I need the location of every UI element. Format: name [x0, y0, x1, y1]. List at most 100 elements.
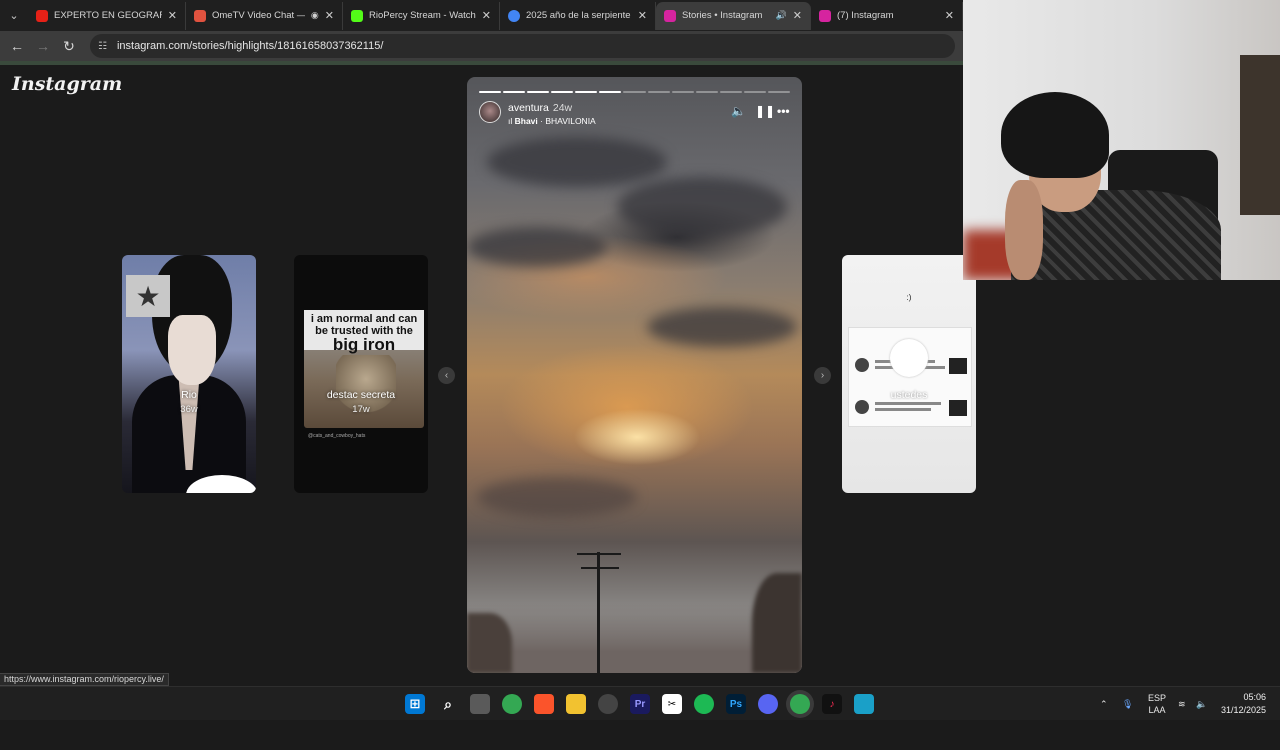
- card-title: destac secreta: [326, 389, 396, 401]
- meme-credit: @cats_and_cowboy_hats: [308, 433, 366, 439]
- close-icon[interactable]: ✕: [793, 9, 802, 22]
- clock-date: 31/12/2025: [1220, 705, 1266, 715]
- spotify-icon[interactable]: [694, 694, 714, 714]
- google-icon: [508, 9, 520, 22]
- previous-story-arrow-icon[interactable]: ‹: [438, 367, 455, 384]
- ometv-icon: [194, 9, 206, 22]
- star-badge-icon: ★: [126, 275, 170, 317]
- reload-icon[interactable]: ↻: [56, 38, 82, 55]
- tab-1[interactable]: OmeTV Video Chat — ◉ ✕: [186, 1, 343, 30]
- thumbnail: [949, 358, 967, 374]
- story-music[interactable]: ıl Bhavi · BHAVILONIA: [508, 116, 596, 126]
- avatar: [855, 400, 869, 414]
- highlight-card-rio[interactable]: ★ Rio 36w: [122, 255, 256, 493]
- tab-search-chevron-icon[interactable]: ⌄: [0, 2, 28, 30]
- volume-icon[interactable]: 🔈: [731, 104, 746, 118]
- recording-icon: ◉: [310, 10, 319, 20]
- avatar: [855, 358, 869, 372]
- tab-2[interactable]: RioPercy Stream - Watch L ✕: [343, 1, 500, 30]
- instagram-icon: [819, 9, 831, 22]
- progress-segment: [479, 91, 502, 93]
- highlight-card-ustedes[interactable]: :) ustedes: [842, 255, 976, 493]
- card-art: [168, 315, 216, 385]
- story-progress-bar: [479, 91, 791, 93]
- capcut-icon[interactable]: ✂: [662, 694, 682, 714]
- tray-overflow-icon[interactable]: ⌃: [1100, 687, 1108, 721]
- tab-3[interactable]: 2025 año de la serpiente ✕: [500, 1, 656, 30]
- windows-start-icon[interactable]: ⊞: [405, 694, 425, 714]
- microphone-icon[interactable]: 🎙: [1122, 687, 1133, 721]
- system-clock[interactable]: 05:06 31/12/2025: [1221, 691, 1266, 717]
- close-icon[interactable]: ✕: [638, 9, 647, 22]
- instagram-logo[interactable]: Instagram: [12, 73, 122, 95]
- tab-label: Stories • Instagram: [682, 10, 763, 21]
- text-line: [875, 402, 941, 405]
- task-view-icon[interactable]: [470, 694, 490, 714]
- progress-segment: [599, 91, 622, 93]
- close-icon[interactable]: ✕: [168, 9, 177, 22]
- tab-4[interactable]: Stories • Instagram 🔊 ✕: [656, 1, 811, 30]
- kick-icon: [351, 9, 363, 22]
- chrome-active-icon[interactable]: [790, 694, 810, 714]
- tab-5[interactable]: (7) Instagram ✕: [811, 1, 963, 30]
- keyboard-layout: LAA: [1148, 705, 1166, 715]
- tab-label: EXPERTO EN GEOGRAFÍA...: [54, 10, 162, 21]
- obs-icon[interactable]: [598, 694, 618, 714]
- pause-icon[interactable]: ❚❚: [755, 104, 775, 118]
- story-username: aventura: [508, 102, 549, 114]
- progress-segment: [527, 91, 550, 93]
- story-time: 24w: [552, 102, 573, 114]
- music-title: BHAVILONIA: [545, 116, 596, 126]
- progress-segment: [671, 91, 694, 93]
- photoshop-icon[interactable]: Ps: [726, 694, 746, 714]
- url-text: instagram.com/stories/highlights/1816165…: [116, 40, 384, 52]
- site-settings-icon[interactable]: ☷: [98, 41, 107, 52]
- progress-segment: [743, 91, 766, 93]
- highlight-card-secreta[interactable]: i am normal and can be trusted with the …: [294, 255, 428, 493]
- youtube-icon: [36, 9, 48, 22]
- speaker-icon[interactable]: 🔈: [1196, 687, 1207, 721]
- discord-icon[interactable]: [758, 694, 778, 714]
- audio-playing-icon[interactable]: 🔊: [776, 10, 787, 21]
- url-field[interactable]: ☷ instagram.com/stories/highlights/18161…: [90, 34, 955, 58]
- windows-taskbar: ⊞ ⌕ Pr ✂ Ps ♪ ⌃ 🎙 ESP LAA ≋ 🔈 05:06 31/1…: [0, 686, 1280, 720]
- cloud-shape: [467, 227, 607, 267]
- status-url-preview: https://www.instagram.com/riopercy.live/: [0, 673, 169, 686]
- notepad-icon[interactable]: [854, 694, 874, 714]
- close-icon[interactable]: ✕: [945, 9, 954, 22]
- tiktok-icon[interactable]: ♪: [822, 694, 842, 714]
- forward-icon[interactable]: →: [30, 38, 56, 54]
- file-explorer-icon[interactable]: [566, 694, 586, 714]
- tab-0[interactable]: EXPERTO EN GEOGRAFÍA... ✕: [28, 1, 186, 30]
- brave-icon[interactable]: [534, 694, 554, 714]
- close-icon[interactable]: ✕: [482, 9, 491, 22]
- story-avatar[interactable]: [479, 101, 501, 123]
- progress-segment: [575, 91, 598, 93]
- thumbnail: [949, 400, 967, 416]
- premiere-pro-icon[interactable]: Pr: [630, 694, 650, 714]
- tab-strip: ⌄ EXPERTO EN GEOGRAFÍA... ✕ OmeTV Video …: [0, 0, 963, 31]
- progress-segment: [623, 91, 646, 93]
- tree-silhouette: [467, 613, 512, 673]
- back-icon[interactable]: ←: [4, 38, 30, 54]
- story-viewer[interactable]: aventura 24w ıl Bhavi · BHAVILONIA 🔈 ❚❚ •…: [467, 77, 802, 673]
- tab-label: OmeTV Video Chat —: [212, 10, 305, 21]
- more-options-icon[interactable]: •••: [777, 104, 790, 118]
- meme-big-text: big iron: [332, 335, 396, 354]
- input-language[interactable]: ESP LAA: [1148, 687, 1166, 721]
- tab-label: (7) Instagram: [837, 10, 894, 21]
- search-icon[interactable]: ⌕: [438, 694, 458, 714]
- instagram-icon: [664, 9, 676, 22]
- music-bars-icon: ıl: [508, 116, 515, 126]
- story-caption: :): [906, 293, 912, 302]
- next-story-arrow-icon[interactable]: ›: [814, 367, 831, 384]
- music-artist: Bhavi: [514, 116, 538, 126]
- progress-segment: [695, 91, 718, 93]
- cloud-shape: [477, 477, 637, 517]
- chrome-icon[interactable]: [502, 694, 522, 714]
- wifi-icon[interactable]: ≋: [1178, 687, 1186, 721]
- close-icon[interactable]: ✕: [325, 9, 334, 22]
- webcam-person: [1005, 180, 1043, 280]
- story-user[interactable]: aventura 24w: [508, 102, 572, 114]
- tab-label: RioPercy Stream - Watch L: [369, 10, 476, 21]
